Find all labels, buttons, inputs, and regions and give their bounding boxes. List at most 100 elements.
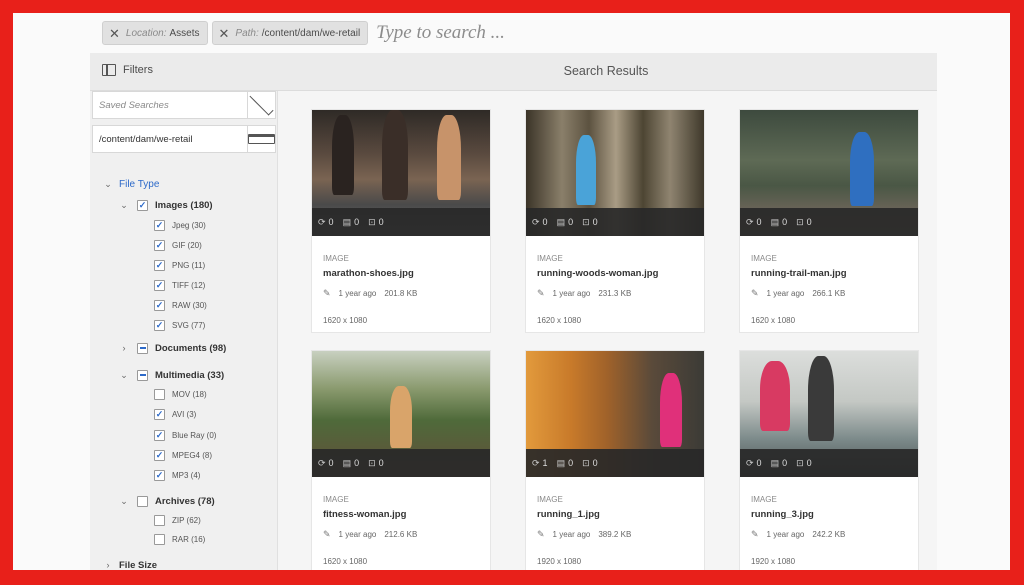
asset-thumbnail[interactable]: ⟳ 0 ▤ 0 ⊡ 0 xyxy=(740,110,918,236)
item-checkbox[interactable] xyxy=(154,239,165,251)
item-label: Blue Ray (0) xyxy=(172,430,217,440)
stat-value: 0 xyxy=(328,217,334,227)
tree-group-documents[interactable]: › Documents (98) xyxy=(118,341,226,355)
asset-thumbnail[interactable]: ⟳ 0 ▤ 0 ⊡ 0 xyxy=(312,110,490,236)
filters-toggle[interactable]: Filters xyxy=(102,64,153,76)
item-label: SVG (77) xyxy=(172,320,206,330)
group-label: Images (180) xyxy=(155,199,213,211)
path-tag[interactable]: ✕ Path: /content/dam/we-retail xyxy=(211,21,369,45)
chevron-down-icon[interactable]: ⌄ xyxy=(118,496,130,507)
item-checkbox[interactable] xyxy=(154,388,165,400)
stat-value: 0 xyxy=(782,458,788,468)
item-label: Jpeg (30) xyxy=(172,220,206,230)
item-checkbox[interactable] xyxy=(154,319,165,331)
browse-button[interactable] xyxy=(247,126,275,152)
stat-value: 1 xyxy=(542,458,548,468)
stat-annotations: ⊡ 0 xyxy=(796,458,812,469)
item-checkbox[interactable] xyxy=(154,449,165,461)
tree-item[interactable]: RAR (16) xyxy=(154,532,205,546)
asset-info: ✎ 1 year ago 231.3 KB xyxy=(537,288,631,299)
item-checkbox[interactable] xyxy=(154,469,165,481)
comment-icon: ▤ xyxy=(342,216,352,227)
tree-item[interactable]: PNG (11) xyxy=(154,258,205,272)
asset-card[interactable]: ⟳ 1 ▤ 0 ⊡ 0 IMAGE running_1.jpg ✎ 1 year ago… xyxy=(525,350,705,570)
asset-size: 201.8 KB xyxy=(384,289,418,298)
dropdown-button[interactable] xyxy=(247,91,275,118)
sync-icon: ⟳ xyxy=(746,457,754,468)
close-icon[interactable]: ✕ xyxy=(109,27,120,40)
stat-versions: ⟳ 0 xyxy=(318,217,334,228)
item-checkbox[interactable] xyxy=(154,514,165,526)
group-checkbox[interactable] xyxy=(137,495,148,507)
tree-item[interactable]: RAW (30) xyxy=(154,298,207,312)
tree-item[interactable]: SVG (77) xyxy=(154,318,205,332)
asset-thumbnail[interactable]: ⟳ 0 ▤ 0 ⊡ 0 xyxy=(312,351,490,477)
asset-dimensions: 1920 x 1080 xyxy=(537,557,582,566)
asset-name[interactable]: running-trail-man.jpg xyxy=(751,268,847,279)
tree-item[interactable]: AVI (3) xyxy=(154,407,196,421)
close-icon[interactable]: ✕ xyxy=(219,27,230,40)
asset-name[interactable]: running_3.jpg xyxy=(751,509,814,520)
tree-item[interactable]: TIFF (12) xyxy=(154,278,205,292)
asset-card[interactable]: ⟳ 0 ▤ 0 ⊡ 0 IMAGE fitness-woman.jpg ✎ 1 year… xyxy=(311,350,491,570)
tree-group-archives[interactable]: ⌄ Archives (78) xyxy=(118,494,215,508)
group-checkbox[interactable] xyxy=(137,342,148,354)
chevron-right-icon[interactable]: › xyxy=(118,343,130,353)
asset-info: ✎ 1 year ago 389.2 KB xyxy=(537,529,631,540)
runner-legs-figure xyxy=(760,361,790,431)
asset-age: 1 year ago xyxy=(552,530,591,539)
item-label: RAW (30) xyxy=(172,300,207,310)
tree-item[interactable]: Jpeg (30) xyxy=(154,218,206,232)
item-checkbox[interactable] xyxy=(154,533,165,545)
item-label: MOV (18) xyxy=(172,389,207,399)
asset-card[interactable]: ⟳ 0 ▤ 0 ⊡ 0 IMAGE running_3.jpg ✎ 1 year ago… xyxy=(739,350,919,570)
search-input[interactable] xyxy=(376,22,677,44)
item-checkbox[interactable] xyxy=(154,408,165,420)
asset-thumbnail[interactable]: ⟳ 0 ▤ 0 ⊡ 0 xyxy=(740,351,918,477)
asset-info: ✎ 1 year ago 201.8 KB xyxy=(323,288,417,299)
item-checkbox[interactable] xyxy=(154,429,165,441)
asset-card[interactable]: ⟳ 0 ▤ 0 ⊡ 0 IMAGE marathon-shoes.jpg ✎ 1 yea… xyxy=(311,109,491,333)
asset-thumbnail[interactable]: ⟳ 0 ▤ 0 ⊡ 0 xyxy=(526,110,704,236)
asset-name[interactable]: fitness-woman.jpg xyxy=(323,509,406,520)
runner-figure xyxy=(850,132,874,206)
asset-name[interactable]: running_1.jpg xyxy=(537,509,600,520)
path-field[interactable]: /content/dam/we-retail xyxy=(92,125,276,153)
chevron-right-icon[interactable]: › xyxy=(102,560,114,570)
tree-group-images[interactable]: ⌄ Images (180) xyxy=(118,198,213,212)
saved-searches-dropdown[interactable]: Saved Searches xyxy=(92,91,276,119)
item-checkbox[interactable] xyxy=(154,279,165,291)
tree-group-multimedia[interactable]: ⌄ Multimedia (33) xyxy=(118,368,224,382)
stat-comments: ▤ 0 xyxy=(343,217,360,228)
group-checkbox[interactable] xyxy=(137,369,148,381)
asset-dimensions: 1620 x 1080 xyxy=(323,557,368,566)
stat-annotations: ⊡ 0 xyxy=(796,217,812,228)
asset-card[interactable]: ⟳ 0 ▤ 0 ⊡ 0 IMAGE running-trail-man.jpg ✎ 1 … xyxy=(739,109,919,333)
asset-name[interactable]: running-woods-woman.jpg xyxy=(537,268,658,279)
tree-item[interactable]: MP3 (4) xyxy=(154,468,200,482)
tree-item[interactable]: ZIP (62) xyxy=(154,513,201,527)
location-tag[interactable]: ✕ Location: Assets xyxy=(102,21,208,45)
tree-file-type[interactable]: ⌄ File Type xyxy=(102,177,159,191)
asset-name[interactable]: marathon-shoes.jpg xyxy=(323,268,414,279)
chevron-down-icon[interactable]: ⌄ xyxy=(102,179,114,190)
thumbnail-stats-bar: ⟳ 0 ▤ 0 ⊡ 0 xyxy=(312,208,490,236)
tree-item[interactable]: MOV (18) xyxy=(154,387,207,401)
asset-thumbnail[interactable]: ⟳ 1 ▤ 0 ⊡ 0 xyxy=(526,351,704,477)
comment-icon: ▤ xyxy=(556,216,566,227)
item-checkbox[interactable] xyxy=(154,299,165,311)
tree-item[interactable]: MPEG4 (8) xyxy=(154,448,212,462)
asset-dimensions: 1620 x 1080 xyxy=(751,316,796,325)
tree-item[interactable]: GIF (20) xyxy=(154,238,202,252)
file-type-label: File Type xyxy=(119,178,160,190)
chevron-down-icon[interactable]: ⌄ xyxy=(118,200,130,211)
group-checkbox[interactable] xyxy=(137,199,148,211)
item-checkbox[interactable] xyxy=(154,259,165,271)
item-checkbox[interactable] xyxy=(154,219,165,231)
asset-dimensions: 1620 x 1080 xyxy=(537,316,582,325)
chevron-down-icon[interactable]: ⌄ xyxy=(118,370,130,381)
tree-file-size[interactable]: › File Size xyxy=(102,558,158,571)
asset-card[interactable]: ⟳ 0 ▤ 0 ⊡ 0 IMAGE running-woods-woman.jpg ✎… xyxy=(525,109,705,333)
tree-item[interactable]: Blue Ray (0) xyxy=(154,428,216,442)
tag-value: Assets xyxy=(169,27,200,39)
